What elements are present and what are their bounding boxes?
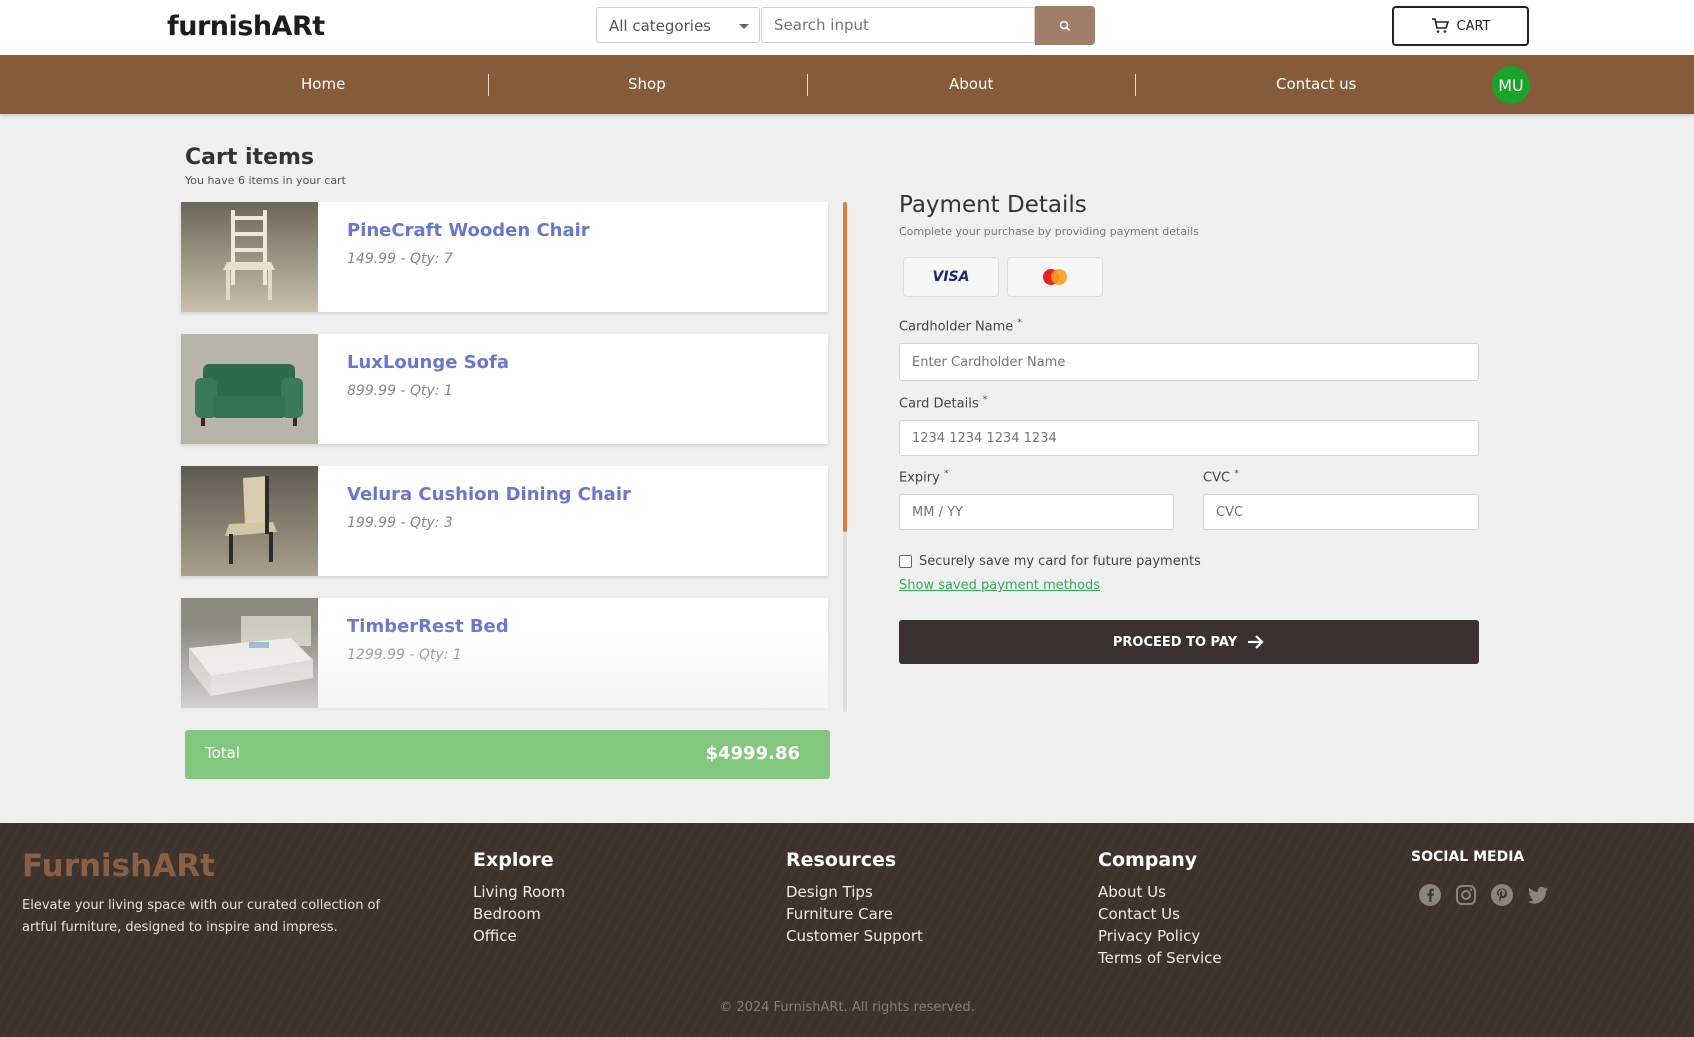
- category-select[interactable]: All categories: [596, 7, 760, 43]
- cardholder-label: Cardholder Name *: [899, 318, 1022, 335]
- cart-item[interactable]: LuxLounge Sofa 899.99 - Qty: 1: [181, 334, 828, 444]
- item-price-qty: 1299.99 - Qty: 1: [347, 647, 462, 663]
- footer-heading: Resources: [786, 849, 897, 871]
- footer-link[interactable]: Privacy Policy: [1098, 925, 1222, 947]
- search-input[interactable]: [761, 7, 1035, 43]
- cart-total-bar: Total $4999.86: [185, 730, 830, 779]
- footer-link[interactable]: Bedroom: [473, 903, 565, 925]
- cart-item[interactable]: PineCraft Wooden Chair 149.99 - Qty: 7: [181, 202, 828, 312]
- footer-explore: Explore Living Room Bedroom Office: [473, 849, 565, 947]
- footer-resources: Resources Design Tips Furniture Care Cus…: [786, 849, 923, 947]
- footer-link[interactable]: Contact Us: [1098, 903, 1222, 925]
- footer-link[interactable]: Furniture Care: [786, 903, 923, 925]
- card-number-field[interactable]: [899, 420, 1479, 456]
- item-name[interactable]: TimberRest Bed: [347, 616, 509, 637]
- dining-chair-image: [181, 466, 318, 576]
- cvc-label: CVC *: [1203, 469, 1239, 486]
- nav-divider: [1135, 74, 1136, 96]
- pinterest-icon[interactable]: [1490, 883, 1514, 907]
- mastercard-option[interactable]: [1007, 257, 1103, 297]
- sofa-image: [181, 334, 318, 444]
- cart-button[interactable]: CART: [1392, 6, 1529, 46]
- proceed-to-pay-button[interactable]: PROCEED TO PAY: [899, 620, 1479, 664]
- payment-title: Payment Details: [899, 192, 1087, 218]
- user-avatar[interactable]: MU: [1492, 66, 1530, 104]
- expiry-label: Expiry *: [899, 469, 949, 486]
- footer-link[interactable]: Design Tips: [786, 881, 923, 903]
- search-button[interactable]: [1035, 6, 1095, 45]
- nav-item-contact[interactable]: Contact us: [1276, 75, 1356, 93]
- cart-subtitle: You have 6 items in your cart: [185, 174, 346, 187]
- social-heading: SOCIAL MEDIA: [1411, 849, 1525, 865]
- footer-heading: Company: [1098, 849, 1198, 871]
- footer-link[interactable]: Customer Support: [786, 925, 923, 947]
- twitter-icon[interactable]: [1526, 883, 1550, 907]
- item-price-qty: 899.99 - Qty: 1: [347, 383, 453, 399]
- site-logo[interactable]: furnishARt: [167, 11, 325, 42]
- expiry-field[interactable]: [899, 494, 1174, 530]
- card-details-label: Card Details *: [899, 395, 988, 412]
- total-value: $4999.86: [705, 743, 800, 764]
- nav-divider: [488, 74, 489, 96]
- footer-company: Company About Us Contact Us Privacy Poli…: [1098, 849, 1222, 969]
- cart-item[interactable]: Velura Cushion Dining Chair 199.99 - Qty…: [181, 466, 828, 576]
- total-label: Total: [205, 744, 241, 762]
- cart-icon: [1431, 18, 1449, 33]
- cardholder-name-field[interactable]: [899, 343, 1479, 381]
- payment-subtitle: Complete your purchase by providing paym…: [899, 225, 1199, 238]
- chair-image: [181, 202, 318, 312]
- item-name[interactable]: PineCraft Wooden Chair: [347, 220, 590, 241]
- mastercard-icon: [1043, 269, 1067, 285]
- facebook-icon[interactable]: [1418, 883, 1442, 907]
- footer-tagline: Elevate your living space with our curat…: [22, 898, 381, 935]
- item-name[interactable]: LuxLounge Sofa: [347, 352, 509, 373]
- cart-item[interactable]: TimberRest Bed 1299.99 - Qty: 1: [181, 598, 828, 708]
- nav-item-about[interactable]: About: [949, 75, 993, 93]
- item-name[interactable]: Velura Cushion Dining Chair: [347, 484, 631, 505]
- item-price-qty: 199.99 - Qty: 3: [347, 515, 453, 531]
- save-card-label[interactable]: Securely save my card for future payment…: [919, 554, 1201, 569]
- cart-list[interactable]: PineCraft Wooden Chair 149.99 - Qty: 7 L…: [166, 195, 848, 715]
- footer-link[interactable]: Terms of Service: [1098, 947, 1222, 969]
- save-card-checkbox[interactable]: [899, 555, 912, 568]
- nav-item-home[interactable]: Home: [301, 75, 345, 93]
- footer-brand: FurnishARt: [22, 848, 215, 884]
- arrow-right-icon: [1248, 635, 1264, 649]
- footer-link[interactable]: Living Room: [473, 881, 565, 903]
- cart-scrollbar-thumb[interactable]: [843, 202, 847, 532]
- footer-copyright: © 2024 FurnishARt. All rights reserved.: [719, 1000, 975, 1015]
- footer-link[interactable]: About Us: [1098, 881, 1222, 903]
- caret-down-icon: [739, 24, 749, 29]
- item-price-qty: 149.99 - Qty: 7: [347, 251, 453, 267]
- visa-option[interactable]: VISA: [903, 257, 999, 297]
- visa-icon: VISA: [932, 269, 970, 285]
- footer-heading: Explore: [473, 849, 554, 871]
- footer-link[interactable]: Office: [473, 925, 565, 947]
- cart-title: Cart items: [185, 145, 315, 170]
- nav-item-shop[interactable]: Shop: [628, 75, 666, 93]
- bed-image: [181, 598, 318, 708]
- cvc-field[interactable]: [1203, 494, 1479, 530]
- search-icon: [1059, 20, 1071, 31]
- cart-label: CART: [1456, 18, 1491, 34]
- top-header: furnishARt All categories CART: [0, 0, 1694, 55]
- site-footer: FurnishARt Elevate your living space wit…: [0, 823, 1694, 1037]
- instagram-icon[interactable]: [1454, 883, 1478, 907]
- pay-button-label: PROCEED TO PAY: [1112, 634, 1238, 650]
- category-select-value: All categories: [609, 17, 711, 35]
- nav-divider: [807, 74, 808, 96]
- saved-methods-link[interactable]: Show saved payment methods: [899, 578, 1100, 593]
- main-nav: Home Shop About Contact us MU: [0, 55, 1694, 114]
